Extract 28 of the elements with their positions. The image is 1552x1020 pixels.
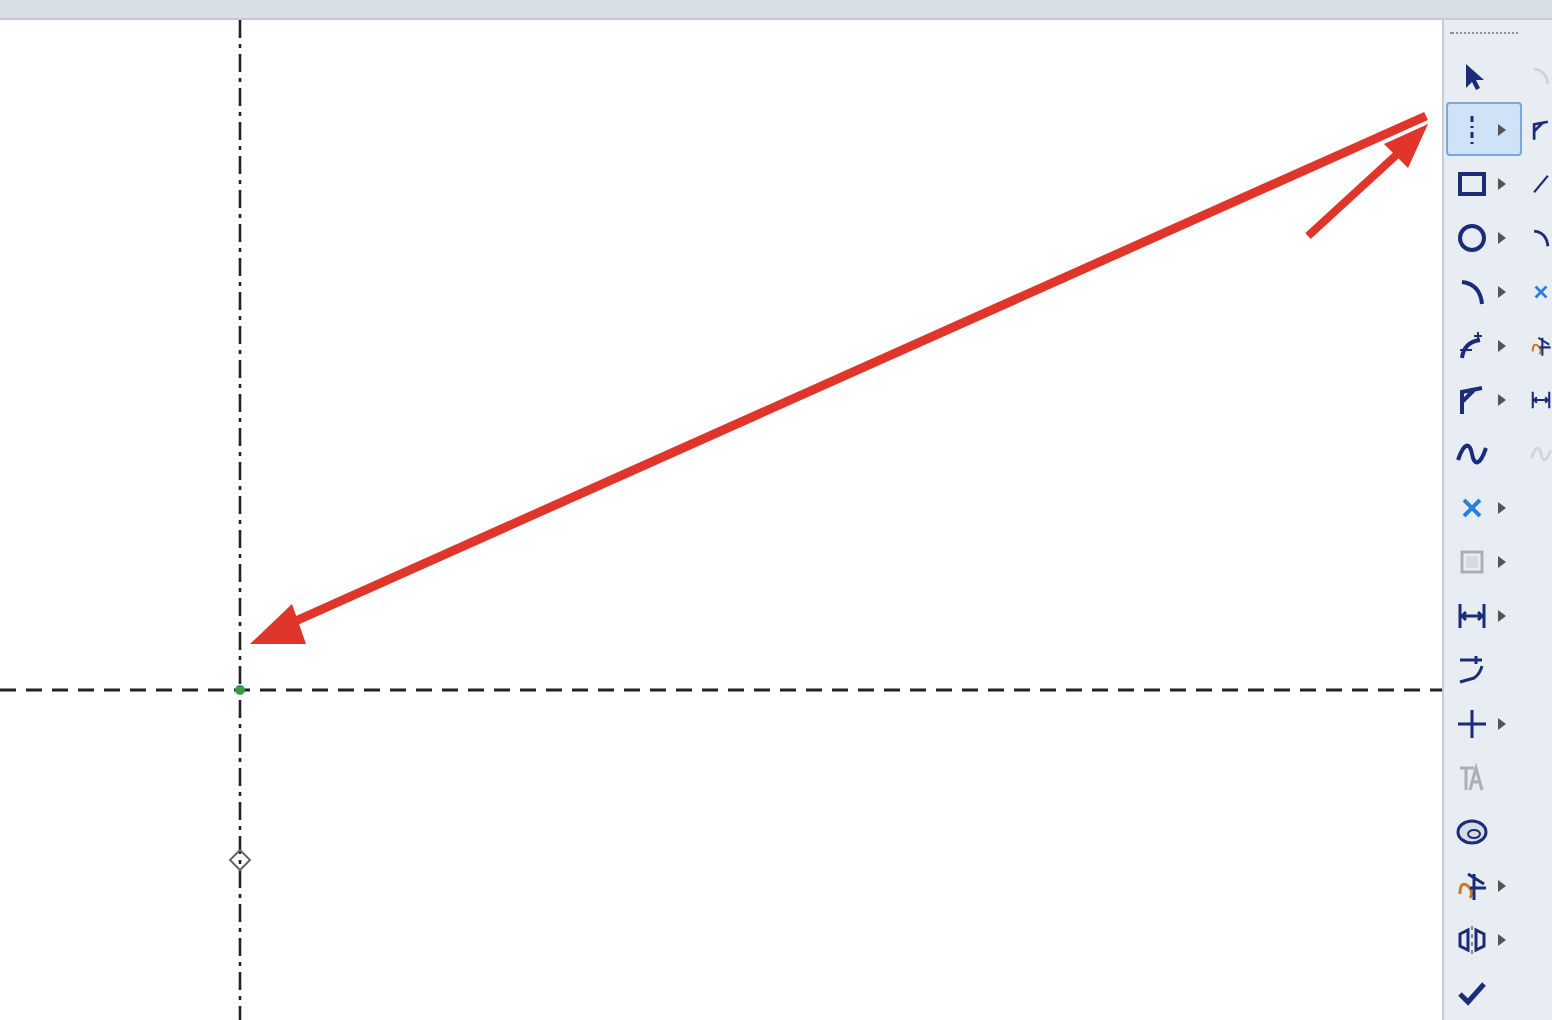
text-icon: [1456, 761, 1488, 793]
corner-icon: [1456, 383, 1488, 415]
dropdown-arrow-icon[interactable]: [1498, 123, 1506, 135]
ellipse-icon: [1456, 815, 1488, 847]
fillet-icon: [1456, 329, 1488, 361]
arc-icon: [1456, 275, 1488, 307]
centerline-icon: [1468, 113, 1476, 145]
check-icon: [1456, 977, 1488, 1009]
dropdown-arrow-icon[interactable]: [1498, 609, 1506, 621]
trim-icon: [1456, 869, 1488, 901]
dropdown-arrow-icon[interactable]: [1498, 933, 1506, 945]
dropdown-arrow-icon[interactable]: [1498, 177, 1506, 189]
dimension-icon: [1456, 599, 1488, 631]
cross-icon: [1456, 707, 1488, 739]
dropdown-arrow-icon[interactable]: [1498, 717, 1506, 729]
dropdown-arrow-icon[interactable]: [1498, 879, 1506, 891]
dropdown-arrow-icon[interactable]: [1498, 285, 1506, 297]
square-icon: [1456, 545, 1488, 577]
dropdown-arrow-icon[interactable]: [1498, 231, 1506, 243]
offset-line-icon: [1456, 653, 1488, 685]
relation-icon: [228, 848, 252, 872]
dropdown-arrow-icon[interactable]: [1498, 393, 1506, 405]
mirror-icon: [1456, 923, 1488, 955]
circle-icon: [1456, 221, 1488, 253]
origin-point: [235, 685, 245, 695]
rectangle-icon: [1456, 167, 1488, 199]
dropdown-arrow-icon[interactable]: [1498, 339, 1506, 351]
dropdown-arrow-icon[interactable]: [1498, 501, 1506, 513]
